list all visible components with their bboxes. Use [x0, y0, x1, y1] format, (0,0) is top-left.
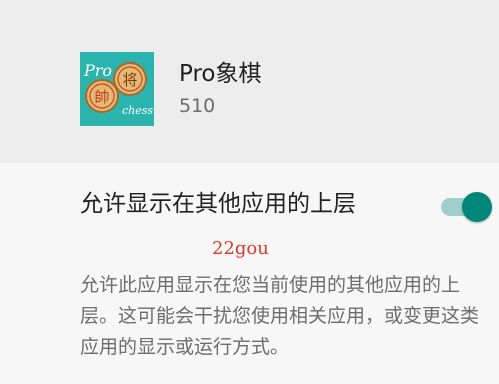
app-header: Pro 将 帥 chess Pro象棋 510 — [0, 0, 499, 163]
app-icon-chess-text: chess — [122, 104, 153, 117]
app-version: 510 — [179, 95, 216, 117]
display-over-other-apps-row[interactable]: 允许显示在其他应用的上层 — [0, 183, 499, 227]
app-icon-piece-left: 帥 — [94, 88, 109, 106]
toggle-thumb — [462, 192, 492, 222]
app-icon-graphic: Pro 将 帥 chess — [80, 52, 154, 126]
app-name: Pro象棋 — [179, 61, 262, 87]
app-icon-pro-text: Pro — [83, 61, 112, 80]
setting-description: 允许此应用显示在您当前使用的其他应用的上层。这可能会干扰您使用相关应用，或变更这… — [80, 274, 480, 358]
chinese-chess-app-icon: Pro 将 帥 chess — [80, 52, 154, 126]
display-over-other-apps-toggle[interactable] — [440, 191, 492, 222]
app-icon-piece-right: 将 — [122, 71, 137, 89]
display-over-other-apps-label: 允许显示在其他应用的上层 — [80, 191, 356, 217]
watermark-text: 22gou — [212, 238, 269, 259]
